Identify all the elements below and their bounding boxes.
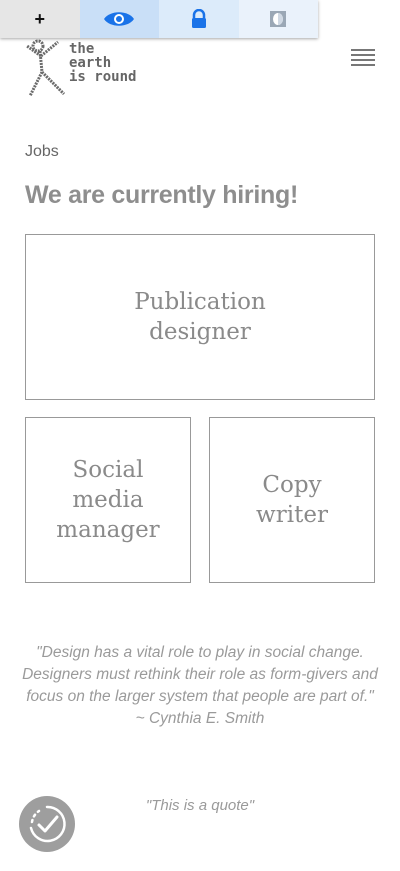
accessibility-toolbar: + [0, 0, 318, 38]
stick-figure-icon [26, 39, 66, 97]
view-toggle-button[interactable] [79, 0, 159, 38]
job-card-copy-writer[interactable]: Copy writer [209, 417, 375, 583]
job-title: Publication designer [134, 289, 266, 345]
job-card-publication-designer[interactable]: Publication designer [25, 234, 375, 400]
job-title: Copy writer [256, 472, 328, 528]
contrast-icon [270, 11, 287, 27]
plus-icon: + [34, 8, 45, 29]
lock-button[interactable] [159, 0, 239, 38]
add-button[interactable]: + [0, 0, 80, 38]
lock-icon [191, 9, 206, 28]
badge-check-icon [29, 805, 66, 843]
eye-icon [104, 12, 135, 26]
quote-text: "Design has a vital role to play in soci… [22, 644, 378, 727]
section-label: Jobs [25, 143, 59, 160]
floating-action-button[interactable] [19, 796, 75, 852]
hamburger-menu-icon[interactable] [351, 49, 375, 71]
contrast-button[interactable] [238, 0, 318, 38]
page-headline: We are currently hiring! [25, 181, 298, 209]
job-title: Social media manager [56, 457, 160, 543]
logo-text: the earth is round [69, 41, 137, 85]
site-logo[interactable]: the earth is round [24, 38, 164, 100]
job-card-social-media-manager[interactable]: Social media manager [25, 417, 191, 583]
